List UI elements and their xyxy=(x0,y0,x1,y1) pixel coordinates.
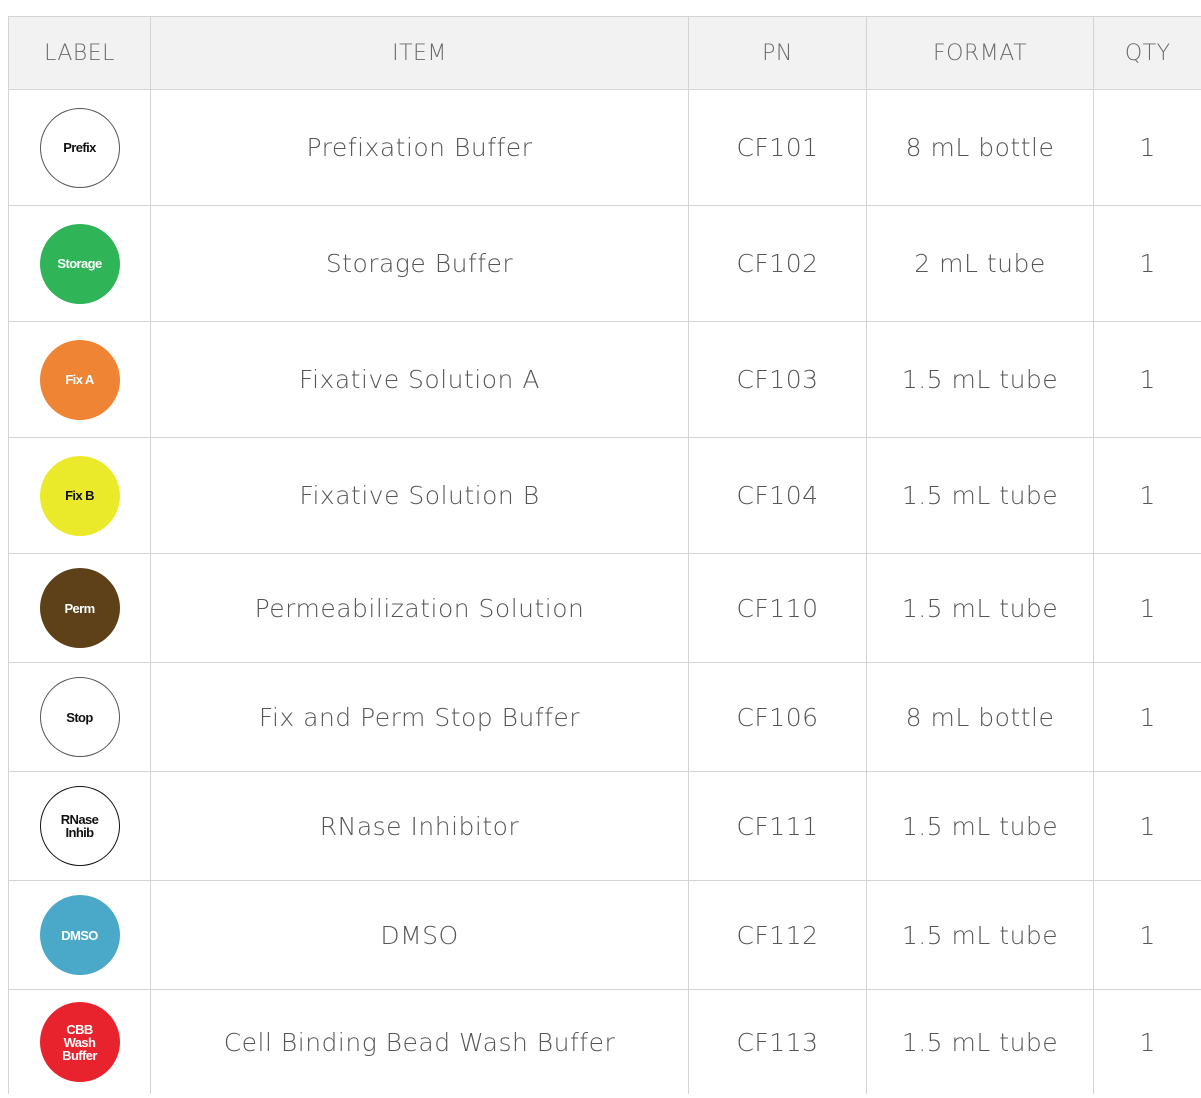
label-cell: CBB Wash Buffer xyxy=(8,989,151,1094)
pn-cell: CF113 xyxy=(688,989,867,1094)
qty-cell: 1 xyxy=(1093,771,1201,881)
item-cell: Fix and Perm Stop Buffer xyxy=(150,662,689,772)
format-cell: 8 mL bottle xyxy=(866,662,1094,772)
label-cell: Fix A xyxy=(8,321,151,438)
qty-cell: 1 xyxy=(1093,989,1201,1094)
table-row: Fix A Fixative Solution A CF103 1.5 mL t… xyxy=(8,321,1201,438)
label-badge: Perm xyxy=(39,568,120,648)
label-badge: Storage xyxy=(39,223,120,304)
format-cell: 1.5 mL tube xyxy=(866,553,1094,663)
format-cell: 8 mL bottle xyxy=(866,89,1094,206)
header-item: ITEM xyxy=(150,16,689,90)
label-cell: RNase Inhib xyxy=(8,771,151,881)
pn-cell: CF101 xyxy=(688,89,867,206)
label-cell: Storage xyxy=(8,205,151,322)
table-row: DMSO DMSO CF112 1.5 mL tube 1 xyxy=(8,880,1201,990)
pn-cell: CF106 xyxy=(688,662,867,772)
label-badge: Fix A xyxy=(39,339,120,420)
label-badge: Prefix xyxy=(39,107,120,188)
pn-cell: CF110 xyxy=(688,553,867,663)
table-row: Storage Storage Buffer CF102 2 mL tube 1 xyxy=(8,205,1201,322)
kit-contents-table: LABEL ITEM PN FORMAT QTY Prefix Prefixat… xyxy=(8,16,1201,1094)
qty-cell: 1 xyxy=(1093,205,1201,322)
table-row: Stop Fix and Perm Stop Buffer CF106 8 mL… xyxy=(8,662,1201,772)
header-format: FORMAT xyxy=(866,16,1094,90)
format-cell: 1.5 mL tube xyxy=(866,321,1094,438)
header-qty: QTY xyxy=(1093,16,1201,90)
table-header-row: LABEL ITEM PN FORMAT QTY xyxy=(8,16,1201,90)
pn-cell: CF104 xyxy=(688,437,867,554)
label-badge: DMSO xyxy=(39,895,120,975)
pn-cell: CF103 xyxy=(688,321,867,438)
item-cell: Storage Buffer xyxy=(150,205,689,322)
format-cell: 1.5 mL tube xyxy=(866,437,1094,554)
item-cell: RNase Inhibitor xyxy=(150,771,689,881)
label-badge: CBB Wash Buffer xyxy=(39,1002,120,1082)
label-cell: Perm xyxy=(8,553,151,663)
qty-cell: 1 xyxy=(1093,880,1201,990)
table-row: CBB Wash Buffer Cell Binding Bead Wash B… xyxy=(8,989,1201,1094)
qty-cell: 1 xyxy=(1093,437,1201,554)
qty-cell: 1 xyxy=(1093,89,1201,206)
pn-cell: CF111 xyxy=(688,771,867,881)
table-row: Prefix Prefixation Buffer CF101 8 mL bot… xyxy=(8,89,1201,206)
label-badge: Stop xyxy=(39,677,120,757)
table-row: RNase Inhib RNase Inhibitor CF111 1.5 mL… xyxy=(8,771,1201,881)
item-cell: DMSO xyxy=(150,880,689,990)
qty-cell: 1 xyxy=(1093,553,1201,663)
label-badge: Fix B xyxy=(39,455,120,536)
label-badge: RNase Inhib xyxy=(39,786,120,866)
qty-cell: 1 xyxy=(1093,662,1201,772)
label-cell: Stop xyxy=(8,662,151,772)
qty-cell: 1 xyxy=(1093,321,1201,438)
format-cell: 1.5 mL tube xyxy=(866,989,1094,1094)
header-pn: PN xyxy=(688,16,867,90)
label-cell: DMSO xyxy=(8,880,151,990)
pn-cell: CF102 xyxy=(688,205,867,322)
pn-cell: CF112 xyxy=(688,880,867,990)
label-cell: Fix B xyxy=(8,437,151,554)
format-cell: 1.5 mL tube xyxy=(866,771,1094,881)
label-cell: Prefix xyxy=(8,89,151,206)
format-cell: 2 mL tube xyxy=(866,205,1094,322)
item-cell: Cell Binding Bead Wash Buffer xyxy=(150,989,689,1094)
table-row: Fix B Fixative Solution B CF104 1.5 mL t… xyxy=(8,437,1201,554)
item-cell: Fixative Solution B xyxy=(150,437,689,554)
item-cell: Fixative Solution A xyxy=(150,321,689,438)
item-cell: Prefixation Buffer xyxy=(150,89,689,206)
header-label: LABEL xyxy=(8,16,151,90)
item-cell: Permeabilization Solution xyxy=(150,553,689,663)
table-row: Perm Permeabilization Solution CF110 1.5… xyxy=(8,553,1201,663)
format-cell: 1.5 mL tube xyxy=(866,880,1094,990)
